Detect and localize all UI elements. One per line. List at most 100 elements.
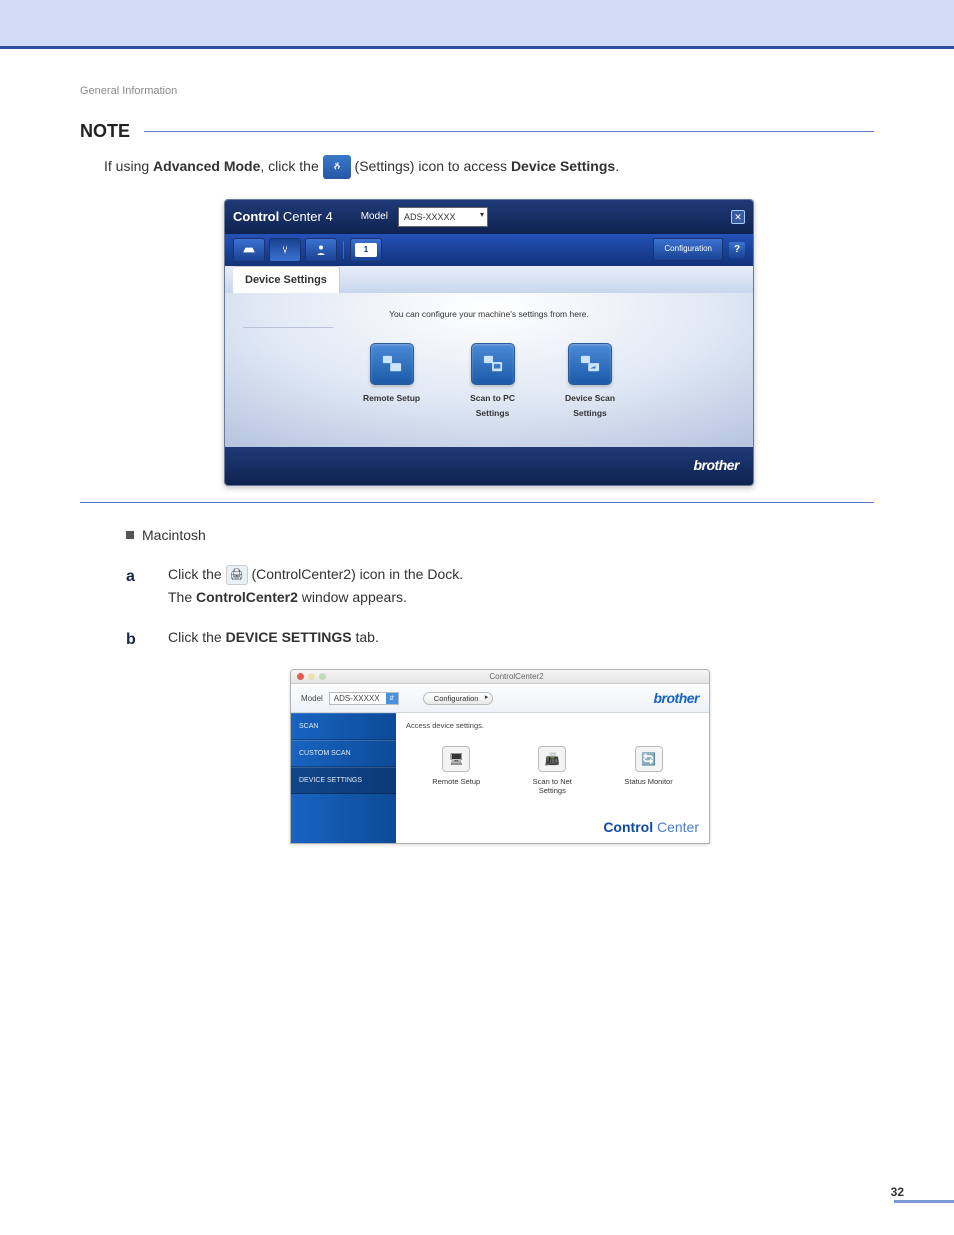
status-monitor-icon: 🔄 (635, 746, 663, 772)
cc2-status-monitor-button[interactable]: 🔄 Status Monitor (624, 746, 672, 795)
page-header-band (0, 0, 954, 46)
sidebar-item-scan[interactable]: SCAN (291, 713, 396, 740)
step-a-bold: ControlCenter2 (196, 589, 298, 605)
cc2-desc: Access device settings. (406, 721, 699, 730)
note-text: If using Advanced Mode, click the (Setti… (104, 154, 874, 179)
traffic-lights (297, 673, 326, 680)
step-b: b Click the DEVICE SETTINGS tab. (126, 626, 874, 653)
macintosh-label: Macintosh (142, 527, 206, 543)
cc2-header: Model ADS-XXXXX ⇵ Configuration brother (291, 684, 709, 713)
cc2-remote-setup-label: Remote Setup (432, 777, 480, 786)
device-scan-label: Device Scan Settings (565, 391, 615, 422)
step-b-bold: DEVICE SETTINGS (226, 629, 352, 645)
cc2-configuration-button[interactable]: Configuration (423, 692, 494, 705)
device-settings-tab[interactable]: Device Settings (233, 266, 340, 294)
cc4-toolbar: 1 Configuration ? (225, 234, 753, 266)
cc4-model-select[interactable]: ADS-XXXXX (398, 207, 488, 227)
cc2-titlebar: ControlCenter2 (291, 670, 709, 684)
support-tab-icon[interactable] (305, 238, 337, 262)
cc2-window-title: ControlCenter2 (330, 672, 703, 681)
step-a-t3: The (168, 589, 196, 605)
note-body: If using Advanced Mode, click the (Setti… (80, 154, 874, 503)
settings-tab-icon[interactable] (269, 238, 301, 262)
note-mid1: , click the (260, 158, 322, 174)
note-title: NOTE (80, 121, 130, 142)
sidebar-item-custom-scan[interactable]: CUSTOM SCAN (291, 740, 396, 767)
card-tab-icon[interactable]: 1 (350, 238, 382, 262)
step-a-t1: Click the (168, 566, 226, 582)
note-mid2: (Settings) icon to access (355, 158, 511, 174)
step-a-t2: (ControlCenter2) icon in the Dock. (251, 566, 463, 582)
close-dot-icon[interactable] (297, 673, 304, 680)
settings-icon (323, 155, 351, 179)
cc2-main: SCAN CUSTOM SCAN DEVICE SETTINGS Access … (291, 713, 709, 843)
device-scan-icon (568, 343, 612, 385)
remote-setup-icon: 🖥 (442, 746, 470, 772)
macintosh-heading: Macintosh (126, 527, 874, 543)
close-icon[interactable]: ✕ (731, 210, 745, 224)
cc4-tabrow: Device Settings (225, 266, 753, 294)
brother-logo: brother (694, 457, 740, 473)
step-b-text: Click the DEVICE SETTINGS tab. (168, 626, 379, 653)
cc4-body-desc: You can configure your machine's setting… (255, 307, 723, 322)
cc4-model-label: Model (361, 208, 388, 226)
step-b-t1: Click the (168, 629, 226, 645)
cc2-brand-bold: Control (603, 819, 653, 835)
cc4-title-light: Center 4 (279, 209, 332, 224)
brother-logo-blue: brother (654, 690, 700, 706)
step-a-letter: a (126, 563, 144, 611)
controlcenter2-dock-icon: 🖨 (226, 565, 248, 585)
note-prefix: If using (104, 158, 153, 174)
cc4-app-title: Control Center 4 (233, 205, 333, 228)
page-number: 32 (891, 1185, 904, 1199)
scan-tab-icon[interactable] (233, 238, 265, 262)
cc4-divider (243, 327, 333, 328)
zoom-dot-icon[interactable] (319, 673, 326, 680)
cc2-items-row: 🖥 Remote Setup 📠 Scan to Net Settings 🔄 … (406, 746, 699, 795)
cc2-brand-row: Control Center (406, 801, 699, 835)
page-content: General Information 1 NOTE If using Adva… (0, 85, 954, 844)
help-icon[interactable]: ? (729, 242, 745, 258)
cc2-model-label: Model (301, 694, 323, 703)
page-number-rule (894, 1200, 954, 1203)
cc4-footer: brother (225, 447, 753, 484)
cc2-status-monitor-label: Status Monitor (624, 777, 672, 786)
remote-setup-icon (370, 343, 414, 385)
scan-to-net-icon: 📠 (538, 746, 566, 772)
bullet-square-icon (126, 531, 134, 539)
breadcrumb: General Information (80, 85, 874, 97)
note-bold-mode: Advanced Mode (153, 158, 260, 174)
minimize-dot-icon[interactable] (308, 673, 315, 680)
cc2-scan-to-net-label: Scan to Net Settings (533, 777, 572, 795)
step-a: a Click the 🖨 (ControlCenter2) icon in t… (126, 563, 874, 611)
cc4-title-bold: Control (233, 209, 279, 224)
scan-to-pc-label: Scan to PC Settings (470, 391, 515, 422)
remote-setup-button[interactable]: Remote Setup (363, 343, 420, 422)
cc4-titlebar: Control Center 4 Model ADS-XXXXX ✕ (225, 200, 753, 233)
stepper-icon: ⇵ (386, 693, 398, 704)
step-a-t4: window appears. (298, 589, 407, 605)
note-suffix: . (615, 158, 619, 174)
cc2-model-select[interactable]: ADS-XXXXX ⇵ (329, 692, 399, 705)
cc2-model-value: ADS-XXXXX (334, 694, 380, 703)
device-scan-button[interactable]: Device Scan Settings (565, 343, 615, 422)
cc2-brand-light: Center (653, 819, 699, 835)
scan-to-pc-icon (471, 343, 515, 385)
controlcenter-logo: Control Center (603, 819, 699, 835)
cc2-sidebar: SCAN CUSTOM SCAN DEVICE SETTINGS (291, 713, 396, 843)
controlcenter2-window: ControlCenter2 Model ADS-XXXXX ⇵ Configur… (290, 669, 710, 844)
note-header: NOTE (80, 121, 874, 142)
toolbar-divider (343, 241, 344, 259)
macintosh-section: Macintosh a Click the 🖨 (ControlCenter2)… (80, 527, 874, 845)
scan-to-pc-button[interactable]: Scan to PC Settings (470, 343, 515, 422)
step-a-text: Click the 🖨 (ControlCenter2) icon in the… (168, 563, 463, 611)
cc2-scan-to-net-button[interactable]: 📠 Scan to Net Settings (533, 746, 572, 795)
step-b-letter: b (126, 626, 144, 653)
configuration-button[interactable]: Configuration (653, 238, 723, 260)
cc2-content: Access device settings. 🖥 Remote Setup 📠… (396, 713, 709, 843)
sidebar-item-device-settings[interactable]: DEVICE SETTINGS (291, 767, 396, 794)
controlcenter4-window: Control Center 4 Model ADS-XXXXX ✕ 1 Con… (224, 199, 754, 485)
cc2-remote-setup-button[interactable]: 🖥 Remote Setup (432, 746, 480, 795)
page-header-stripe (0, 46, 954, 49)
note-rule (144, 131, 874, 132)
